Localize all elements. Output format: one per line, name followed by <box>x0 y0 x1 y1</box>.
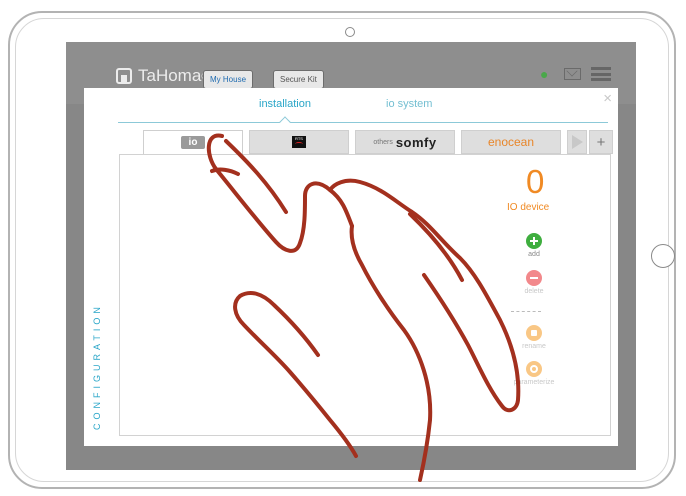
hand-gesture-icon <box>206 133 521 482</box>
